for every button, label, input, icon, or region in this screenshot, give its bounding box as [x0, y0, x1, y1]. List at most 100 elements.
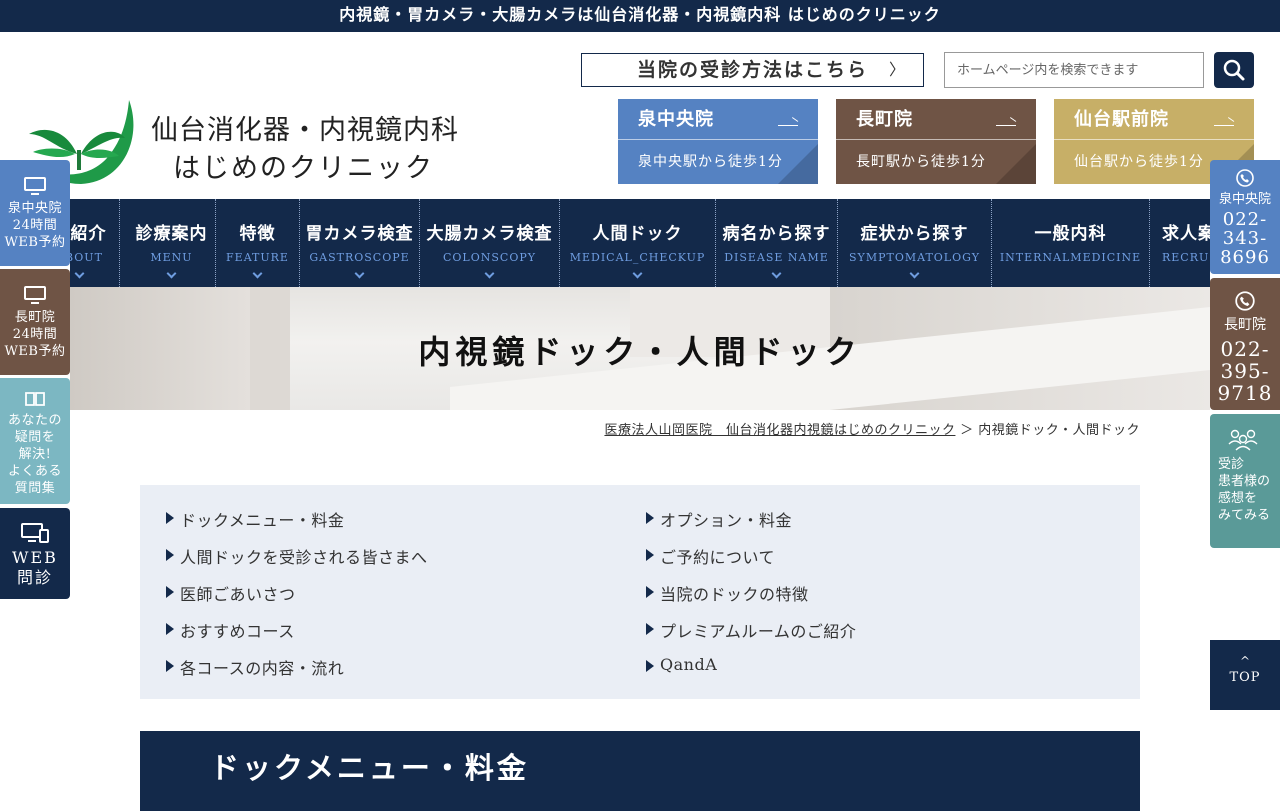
nav-medical-checkup[interactable]: 人間ドック MEDICAL_CHECKUP — [560, 199, 716, 287]
phone-icon — [1236, 169, 1254, 187]
branch-access: 泉中央駅から徒歩1分 — [638, 154, 783, 170]
toc-link[interactable]: 人間ドックを受診される皆さまへ — [166, 544, 428, 568]
monitor-icon — [24, 286, 46, 304]
branch-nagamachi[interactable]: 長町院 長町駅から徒歩1分 — [836, 99, 1036, 184]
chevron-down-icon — [74, 268, 84, 279]
patient-reviews-button[interactable]: 受診 患者様の 感想を みてみる — [1210, 414, 1280, 548]
phone-branch: 泉中央院 — [1218, 192, 1271, 207]
nav-label: 病名から探す — [722, 224, 831, 244]
web-interview-line: WEB — [12, 548, 58, 567]
nagamachi-phone-button[interactable]: 長町院 022- 395- 9718 — [1210, 278, 1280, 410]
nav-colonoscopy[interactable]: 大腸カメラ検査 COLONSCOPY — [420, 199, 560, 287]
branch-name: 長町院 — [856, 109, 913, 130]
phone-number-part: 022- — [1222, 209, 1268, 230]
nav-sublabel: GASTROSCOPE — [309, 251, 410, 264]
chevron-down-icon — [909, 268, 919, 279]
toc-link[interactable]: QandA — [645, 655, 717, 674]
nav-internal-medicine[interactable]: 一般内科 INTERNALMEDICINE — [992, 199, 1150, 287]
chevron-down-icon — [252, 268, 262, 279]
faq-line: 疑問を — [14, 430, 56, 445]
nav-sublabel: COLONSCOPY — [442, 251, 536, 264]
breadcrumb-home-link[interactable]: 医療法人山岡医院 仙台消化器内視鏡はじめのクリニック — [604, 423, 955, 438]
chevron-down-icon — [771, 268, 781, 279]
nav-sublabel: RECRU — [1162, 251, 1210, 264]
chevron-down-icon — [354, 268, 364, 279]
chevron-down-icon — [632, 268, 642, 279]
corner-fold — [778, 144, 818, 184]
reviews-line: 患者様の — [1218, 474, 1271, 489]
phone-number-part: 343- — [1222, 228, 1268, 249]
arrow-right-icon — [1214, 120, 1234, 126]
nav-label: 特徴 — [239, 224, 276, 244]
izumi-web-booking-button[interactable]: 泉中央院 24時間 WEB予約 — [0, 160, 70, 266]
toc-link[interactable]: おすすめコース — [166, 618, 295, 642]
nagamachi-web-booking-button[interactable]: 長町院 24時間 WEB予約 — [0, 269, 70, 375]
toc-link[interactable]: 当院のドックの特徴 — [646, 581, 809, 605]
section-heading-bar: ドックメニュー・料金 — [140, 731, 1140, 811]
search-icon — [1223, 59, 1245, 81]
page-title: 内視鏡ドック・人間ドック — [418, 333, 862, 371]
chevron-down-icon — [484, 268, 494, 279]
faq-line: よくある — [7, 464, 62, 479]
nav-about[interactable]: 院紹介 ABOUT — [70, 199, 120, 287]
nav-disease-name[interactable]: 病名から探す DISEASE NAME — [716, 199, 838, 287]
clinic-logo[interactable]: 仙台消化器・内視鏡内科 はじめのクリニック — [25, 98, 458, 188]
nav-label: 症状から探す — [860, 224, 969, 244]
nav-sublabel: SYMPTOMATOLOGY — [849, 251, 980, 264]
toc-link[interactable]: オプション・料金 — [645, 507, 792, 531]
toc-link[interactable]: ドックメニュー・料金 — [165, 507, 344, 531]
toc-link[interactable]: 医師ごあいさつ — [166, 581, 296, 605]
arrow-right-icon — [778, 120, 798, 126]
breadcrumb-current: 内視鏡ドック・人間ドック — [978, 423, 1140, 438]
phone-branch: 長町院 — [1224, 317, 1266, 333]
nav-sublabel: DISEASE NAME — [724, 251, 829, 264]
chevron-down-icon — [166, 268, 176, 279]
logo-line-2: はじめのクリニック — [173, 153, 434, 184]
nav-symptomatology[interactable]: 症状から探す SYMPTOMATOLOGY — [838, 199, 992, 287]
section-title: ドックメニュー・料金 — [210, 751, 529, 785]
phone-number-part: 022- — [1220, 337, 1270, 361]
nav-label: 院紹介 — [70, 224, 107, 244]
nav-recruit[interactable]: 求人案 RECRU — [1152, 199, 1210, 287]
back-to-top-button[interactable]: ^ TOP — [1210, 640, 1280, 710]
booking-hours: 24時間 — [12, 327, 58, 342]
book-icon — [25, 392, 45, 406]
branch-access: 仙台駅から徒歩1分 — [1074, 154, 1204, 170]
nav-feature[interactable]: 特徴 FEATURE — [216, 199, 300, 287]
nav-sublabel: ABOUT — [70, 251, 103, 264]
izumi-phone-button[interactable]: 泉中央院 022- 343- 8696 — [1210, 160, 1280, 274]
monitor-icon — [24, 177, 46, 195]
consultation-guide-button[interactable]: 当院の受診方法はこちら 〉 — [581, 53, 924, 87]
web-interview-button[interactable]: WEB 問診 — [0, 508, 70, 599]
branch-name: 仙台駅前院 — [1074, 109, 1169, 130]
site-search-input[interactable] — [944, 52, 1204, 88]
branch-access: 長町駅から徒歩1分 — [856, 154, 986, 170]
booking-branch: 泉中央院 — [7, 201, 62, 216]
toc-link[interactable]: 各コースの内容・流れ — [165, 655, 344, 679]
top-banner-text: 内視鏡・胃カメラ・大腸カメラは仙台消化器・内視鏡内科 はじめのクリニック — [339, 5, 941, 24]
branch-izumi-chuo[interactable]: 泉中央院 泉中央駅から徒歩1分 — [618, 99, 818, 184]
nav-label: 大腸カメラ検査 — [426, 224, 553, 244]
reviews-line: 感想を — [1218, 491, 1258, 506]
reviews-line: みてみる — [1218, 508, 1271, 523]
global-nav: 院紹介 ABOUT 診療案内 MENU 特徴 FEATURE 胃カメラ検査 GASTRO… — [70, 199, 1210, 287]
nav-menu[interactable]: 診療案内 MENU — [128, 199, 216, 287]
nav-gastroscope[interactable]: 胃カメラ検査 GASTROSCOPE — [300, 199, 420, 287]
nav-label: 一般内科 — [1034, 224, 1107, 244]
booking-hours: 24時間 — [12, 218, 58, 233]
toc-link[interactable]: プレミアムルームのご紹介 — [645, 618, 856, 642]
reviews-line: 受診 — [1218, 457, 1245, 472]
page-hero: 内視鏡ドック・人間ドック — [70, 287, 1210, 410]
toc-link[interactable]: ご予約について — [645, 544, 775, 568]
breadcrumb-separator: ＞ — [960, 423, 974, 438]
web-interview-line: 問診 — [16, 568, 53, 587]
logo-line-1: 仙台消化器・内視鏡内科 — [151, 115, 459, 146]
consultation-guide-label: 当院の受診方法はこちら — [636, 59, 868, 81]
phone-number-part: 395- — [1220, 359, 1270, 383]
faq-button[interactable]: あなたの 疑問を 解決! よくある 質問集 — [0, 378, 70, 504]
nav-sublabel: MENU — [150, 251, 193, 264]
nav-sublabel: MEDICAL_CHECKUP — [569, 251, 706, 264]
branch-name: 泉中央院 — [638, 109, 714, 130]
page-table-of-contents: ドックメニュー・料金 人間ドックを受診される皆さまへ 医師ごあいさつ おすすめコ… — [140, 485, 1140, 699]
search-button[interactable] — [1214, 52, 1254, 88]
